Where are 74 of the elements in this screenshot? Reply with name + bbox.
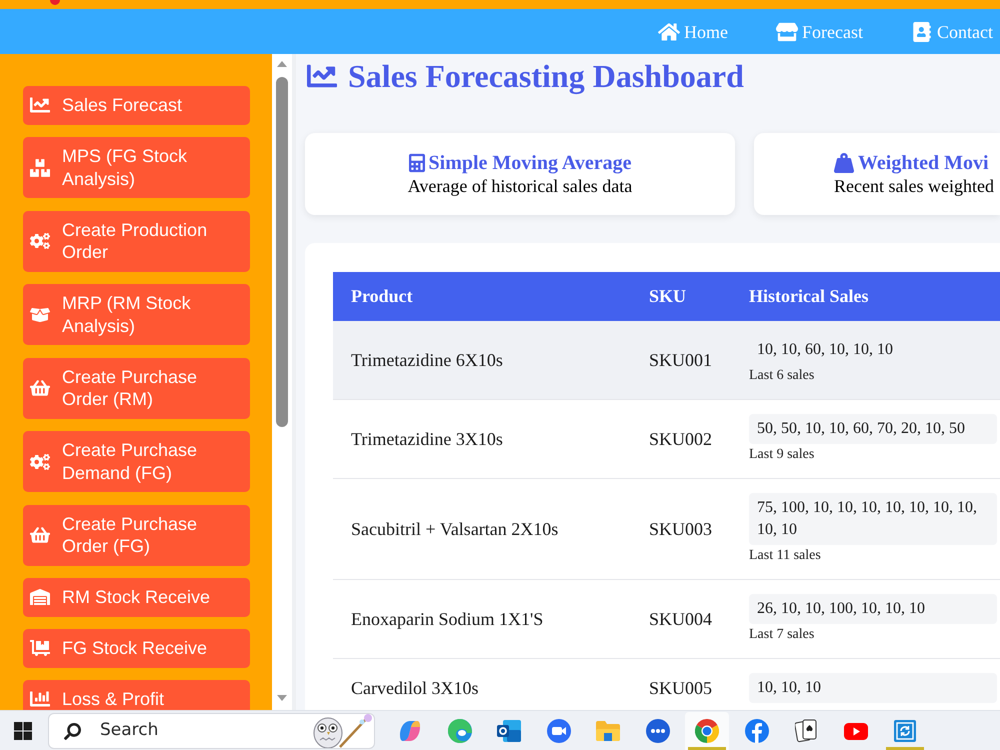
sales-count: Last 11 sales bbox=[749, 547, 822, 565]
table-cell-text: Trimetazidine 3X10s bbox=[351, 428, 503, 451]
weight-icon bbox=[834, 153, 854, 173]
table-cell-text: SKU005 bbox=[649, 677, 712, 700]
sidebar-button[interactable]: FG Stock Receive bbox=[23, 629, 250, 668]
mail-icon bbox=[497, 720, 521, 742]
sidebar-button[interactable]: MRP (RM Stock Analysis) bbox=[23, 284, 250, 345]
running-indicator bbox=[688, 747, 726, 750]
search-input[interactable]: Search bbox=[100, 718, 250, 744]
sidebar-button[interactable]: Create Purchase Order (RM) bbox=[23, 358, 250, 418]
nav-link[interactable]: Forecast bbox=[776, 20, 863, 42]
gears-icon bbox=[30, 231, 50, 251]
store-icon bbox=[776, 22, 798, 42]
wave-icon bbox=[448, 719, 472, 743]
table-cell-text: Sacubitril + Valsartan 2X10s bbox=[351, 518, 558, 541]
play-icon bbox=[844, 722, 868, 740]
search-bar[interactable]: Search bbox=[48, 713, 375, 749]
f-logo-icon bbox=[744, 719, 768, 743]
sales-values: 75, 100, 10, 10, 10, 10, 10, 10, 10, 10, 10 bbox=[749, 493, 997, 545]
playing-cards-icon bbox=[795, 719, 817, 743]
search-icon bbox=[64, 722, 81, 740]
column-header: SKU bbox=[649, 286, 686, 306]
column-header: Product bbox=[351, 286, 413, 306]
table-cell-text: Trimetazidine 6X10s bbox=[351, 349, 503, 372]
scrollbar-thumb[interactable] bbox=[276, 77, 288, 427]
card-title: Simple Moving Average bbox=[428, 151, 632, 175]
table-cell-text: SKU002 bbox=[649, 428, 712, 451]
sales-values: 10, 10, 60, 10, 10, 10 bbox=[756, 340, 894, 360]
nav-link[interactable]: Home bbox=[658, 20, 728, 42]
calculator-icon bbox=[408, 153, 425, 173]
card-description: Recent sales weighted bbox=[834, 175, 994, 197]
scroll-up-icon bbox=[277, 61, 287, 67]
page-title: Sales Forecasting Dashboard bbox=[348, 57, 744, 96]
column-header: Historical Sales bbox=[749, 286, 868, 306]
sidebar-button[interactable]: Create Purchase Order (FG) bbox=[23, 504, 250, 566]
bar-chart-icon bbox=[30, 689, 50, 710]
scroll-down-icon bbox=[277, 695, 287, 701]
ring-segments-icon bbox=[695, 719, 719, 743]
sales-values: 26, 10, 10, 100, 10, 10, 10 bbox=[749, 594, 997, 624]
sidebar-button[interactable]: MPS (FG Stock Analysis) bbox=[23, 137, 250, 198]
table-cell-text: SKU004 bbox=[649, 608, 712, 631]
sync-icon bbox=[894, 720, 916, 742]
basket-icon bbox=[30, 525, 50, 545]
sidebar-button[interactable]: Create Purchase Demand (FG) bbox=[23, 431, 250, 492]
sidebar-button[interactable]: RM Stock Receive bbox=[23, 578, 250, 616]
house-icon bbox=[658, 22, 680, 42]
sales-values: 10, 10, 10 bbox=[749, 673, 997, 703]
nav-link[interactable]: Contact bbox=[911, 20, 993, 42]
table-cell-text: SKU001 bbox=[649, 349, 712, 372]
dots-circle-icon bbox=[646, 719, 670, 743]
sales-count: Last 9 sales bbox=[749, 446, 816, 464]
basket-icon bbox=[30, 378, 50, 398]
card-description: Average of historical sales data bbox=[408, 175, 632, 197]
running-indicator bbox=[886, 747, 924, 750]
table-cell-text: SKU003 bbox=[649, 518, 712, 541]
boxes-icon bbox=[30, 158, 50, 178]
swirl-icon bbox=[398, 720, 422, 742]
sidebar-button[interactable]: Create Production Order bbox=[23, 210, 250, 272]
line-chart-icon bbox=[30, 95, 50, 116]
sales-count: Last 6 sales bbox=[749, 367, 816, 385]
video-camera-icon bbox=[546, 719, 570, 743]
sales-values: 50, 50, 10, 10, 60, 70, 20, 10, 50 bbox=[749, 414, 997, 444]
address-book-icon bbox=[911, 22, 933, 42]
gears-icon bbox=[30, 452, 50, 472]
sidebar-button[interactable]: Sales Forecast bbox=[23, 86, 250, 124]
sidebar-button[interactable]: Loss & Profit bbox=[23, 680, 250, 710]
folder-icon bbox=[596, 721, 620, 741]
sales-count: Last 7 sales bbox=[749, 626, 816, 644]
table-cell-text: Enoxaparin Sodium 1X1'S bbox=[351, 608, 544, 631]
flatbed-cart-icon bbox=[30, 638, 50, 658]
card-title: Weighted Movi bbox=[858, 151, 989, 175]
warehouse-icon bbox=[30, 587, 50, 608]
table-cell-text: Carvedilol 3X10s bbox=[351, 677, 478, 700]
start-icon bbox=[14, 722, 32, 740]
